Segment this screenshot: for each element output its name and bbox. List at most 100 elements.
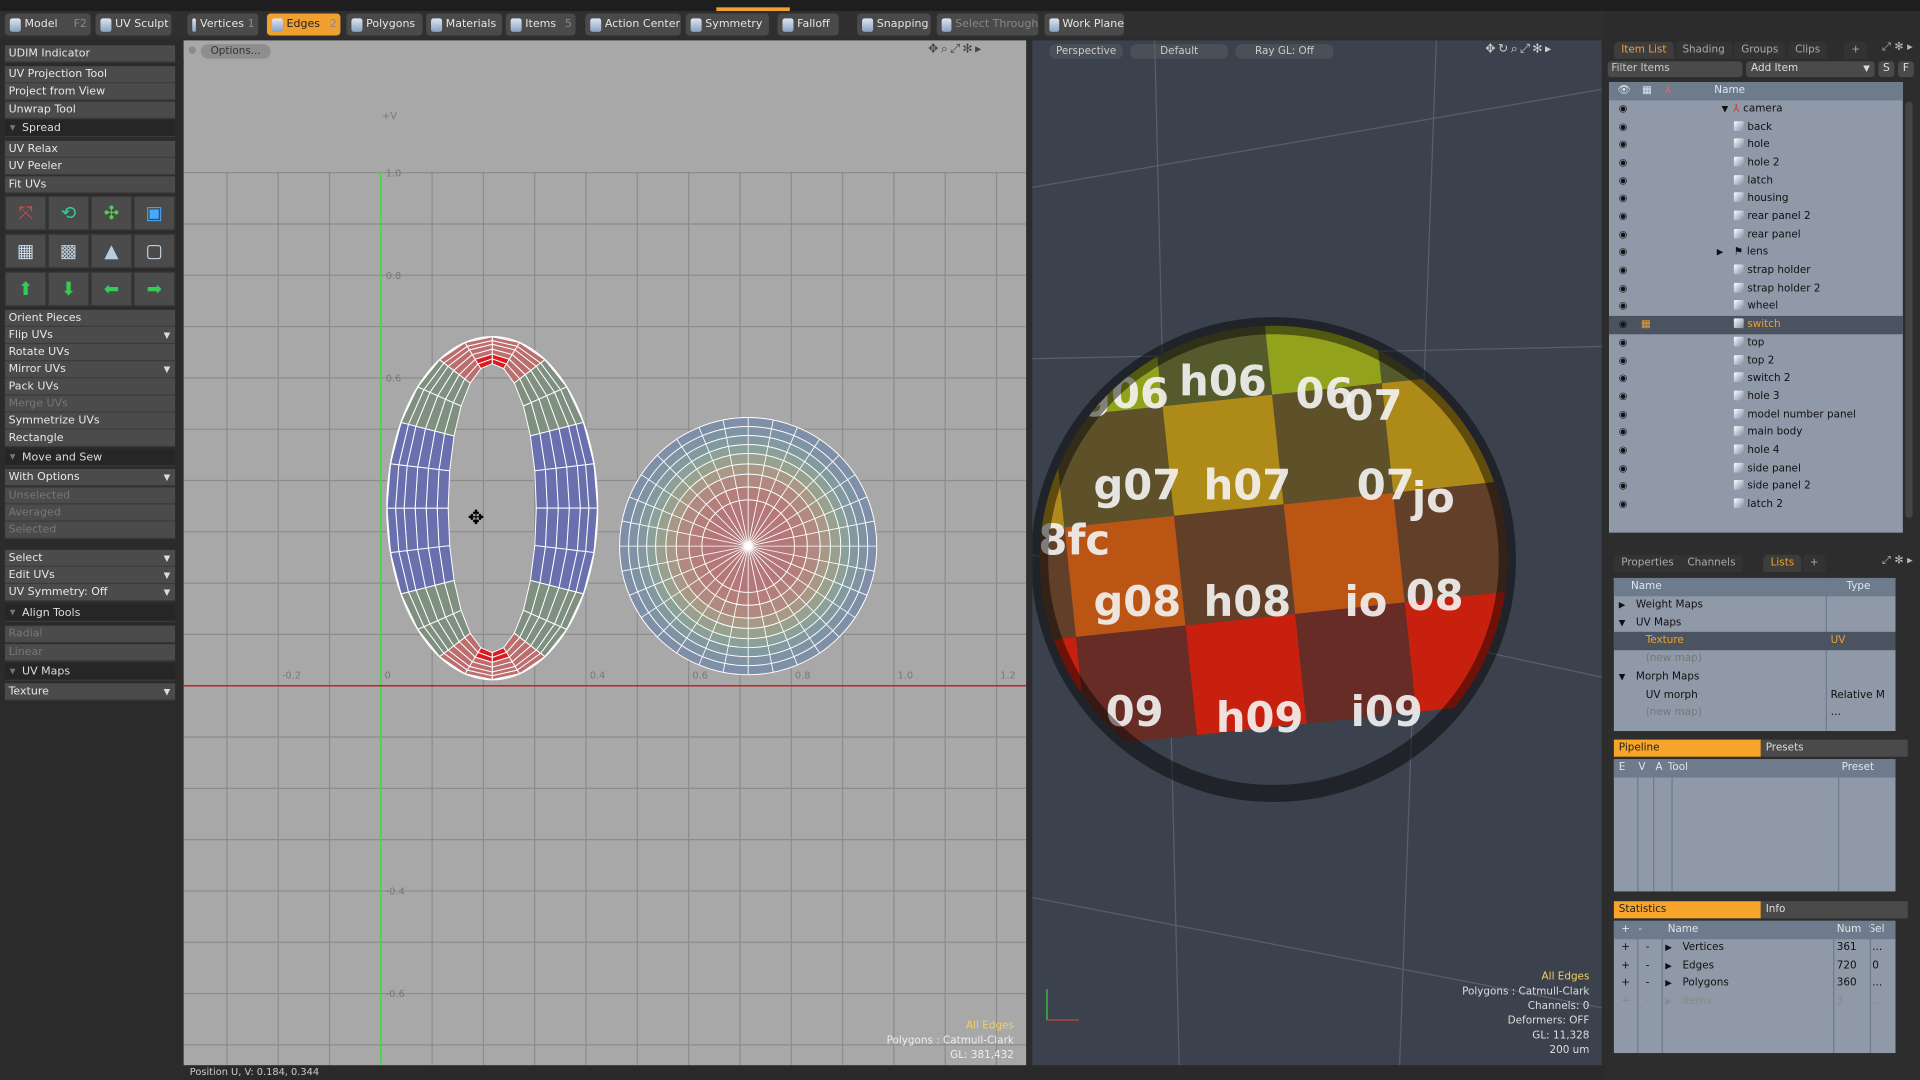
visibility-eye-icon[interactable]: ◉ — [1619, 424, 1628, 442]
uv-cylinder-button[interactable]: ⟲ — [47, 195, 90, 231]
item-row[interactable]: ◉ ▼ ⅄ camera — [1609, 100, 1903, 118]
toolbar-edges-button[interactable]: Edges 2 — [266, 13, 341, 36]
item-row[interactable]: ◉ back — [1609, 118, 1903, 136]
s-button[interactable]: S — [1878, 61, 1895, 78]
visibility-eye-icon[interactable]: ◉ — [1619, 496, 1628, 514]
vmap-row[interactable]: UV morph Relative M … — [1614, 686, 1896, 719]
visibility-eye-icon[interactable]: ◉ — [1619, 244, 1628, 262]
tool-texture[interactable]: Texture ▼ — [4, 683, 176, 701]
toolbar-model-button[interactable]: Model F2 — [4, 13, 91, 36]
item-row[interactable]: ◉ side panel 2 — [1609, 478, 1903, 496]
statistics-row[interactable]: + - ▶ Polygons 360... — [1614, 975, 1896, 993]
align-right-button[interactable]: ➡ — [133, 271, 176, 307]
uv-viewport[interactable]: Options... ✥⌕⤢✻▸ +V 1.0 0.8 0.6 -0.4 -0.6 -0.2… — [183, 40, 1027, 1066]
toolbar-vertices-button[interactable]: Vertices 1 — [187, 13, 259, 36]
visibility-eye-icon[interactable]: ◉ — [1619, 406, 1628, 424]
collapse-arrow-icon[interactable]: ▼ — [1619, 668, 1626, 686]
collapse-arrow-icon[interactable]: ▼ — [1619, 614, 1626, 632]
visibility-eye-icon[interactable]: ◉ — [1619, 208, 1628, 226]
remove-from-selection-button[interactable]: - — [1646, 993, 1650, 1011]
tool-symmetrize-uvs[interactable]: Symmetrize UVs — [4, 412, 176, 430]
expand-arrow-icon[interactable]: ▼ — [1722, 104, 1729, 114]
item-list-scrollbar[interactable] — [1905, 101, 1913, 518]
item-list[interactable]: 👁 ▦ ⅄ Name ◉ ▼ ⅄ camera ◉ back ◉ hole ◉ hole 2 ◉ latch ◉… — [1608, 82, 1903, 533]
tool-uv-relax[interactable]: UV Relax — [4, 140, 176, 158]
vertex-maps-list[interactable]: Name Type ▶ Weight Maps ▼ UV Maps Texture UV (ne… — [1613, 577, 1896, 732]
expand-arrow-icon[interactable]: ▶ — [1619, 596, 1626, 614]
toolbar-uv-sculpt-button[interactable]: UV Sculpt — [95, 13, 172, 36]
pipeline-tab[interactable]: Pipeline — [1613, 739, 1761, 757]
toolbar-select-through-button[interactable]: Select Through — [936, 13, 1039, 36]
item-row[interactable]: ◉ housing — [1609, 190, 1903, 208]
statistics-tab[interactable]: Statistics — [1613, 901, 1761, 919]
visibility-eye-icon[interactable]: ◉ — [1619, 262, 1628, 280]
item-row[interactable]: ◉ hole 4 — [1609, 442, 1903, 460]
align-bottom-button[interactable]: ⬇ — [47, 271, 90, 307]
tool-uv-peeler[interactable]: UV Peeler — [4, 157, 176, 176]
item-row[interactable]: ◉ top — [1609, 334, 1903, 352]
toolbar-falloff-button[interactable]: Falloff — [777, 13, 839, 36]
info-tab[interactable]: Info — [1760, 901, 1908, 919]
vmap-row[interactable]: ▶ Weight Maps — [1614, 596, 1896, 614]
statistics-row[interactable]: + - ▶ Items 3... — [1614, 993, 1896, 1011]
toolbar-action-center-button[interactable]: Action Center — [585, 13, 681, 36]
render-toggle-icon[interactable]: ▦ — [1641, 316, 1651, 334]
tool-select[interactable]: Select ▼ — [4, 549, 176, 567]
tab-clips[interactable]: Clips — [1787, 41, 1828, 59]
item-row[interactable]: ◉ ▦ switch — [1608, 316, 1903, 335]
tool-uv-symmetry-off[interactable]: UV Symmetry: Off ▼ — [4, 584, 176, 602]
tab-add[interactable]: + — [1802, 554, 1826, 572]
visibility-eye-icon[interactable]: ◉ — [1619, 136, 1628, 154]
tool-pack-uvs[interactable]: Pack UVs — [4, 378, 176, 396]
tool-edit-uvs[interactable]: Edit UVs ▼ — [4, 566, 176, 585]
uv-atlas-button[interactable]: ▦ — [4, 233, 47, 269]
vmap-row[interactable]: (new map) — [1614, 704, 1896, 722]
visibility-eye-icon[interactable]: ◉ — [1619, 298, 1628, 316]
section-move-and-sew[interactable]: Move and Sew — [4, 449, 176, 467]
tool-with-options[interactable]: With Options ▼ — [4, 468, 176, 487]
statistics-list[interactable]: + - Name Num Sel + - ▶ Vertices 361... + - ▶ Edges 720… — [1613, 920, 1896, 1054]
item-row[interactable]: ◉ strap holder 2 — [1609, 280, 1903, 298]
section-align-tools[interactable]: Align Tools — [4, 604, 176, 623]
add-item-dropdown[interactable]: Add Item ▼ — [1746, 61, 1875, 78]
panel-controls-icons[interactable]: ⤢ ✻ ▸ — [1882, 42, 1913, 54]
uv-axis-button[interactable]: ✣ — [90, 195, 133, 231]
presets-tab[interactable]: Presets — [1760, 739, 1908, 757]
tool-rotate-uvs[interactable]: Rotate UVs — [4, 344, 176, 362]
item-row[interactable]: ◉ model number panel — [1609, 406, 1903, 424]
item-row[interactable]: ◉ rear panel 2 — [1609, 208, 1903, 226]
panel-controls-icons[interactable]: ⤢ ✻ ▸ — [1882, 555, 1913, 567]
item-row[interactable]: ◉ hole — [1609, 136, 1903, 154]
tool-mirror-uvs[interactable]: Mirror UVs ▼ — [4, 361, 176, 379]
visibility-eye-icon[interactable]: ◉ — [1619, 442, 1628, 460]
visibility-eye-icon[interactable]: ◉ — [1619, 370, 1628, 388]
uv-frame-button[interactable]: ▢ — [133, 233, 176, 269]
visibility-eye-icon[interactable]: ◉ — [1619, 280, 1628, 298]
tool-rectangle[interactable]: Rectangle — [4, 429, 176, 447]
tool-udim-indicator[interactable]: UDIM Indicator — [4, 45, 176, 63]
tool-flip-uvs[interactable]: Flip UVs ▼ — [4, 326, 176, 345]
statistics-row[interactable]: + - ▶ Vertices 361... — [1614, 939, 1896, 957]
uv-grid-button[interactable]: ▩ — [47, 233, 90, 269]
vmap-row[interactable]: (new map) — [1614, 650, 1896, 668]
add-to-selection-button[interactable]: + — [1621, 975, 1630, 993]
tab-groups[interactable]: Groups — [1733, 41, 1786, 59]
visibility-eye-icon[interactable]: ◉ — [1619, 226, 1628, 244]
expand-arrow-icon[interactable]: ▶ — [1665, 975, 1672, 993]
expand-arrow-icon[interactable]: ▶ — [1717, 244, 1724, 262]
uv-projection-planar-button[interactable]: ⤧ — [4, 195, 47, 231]
pipeline-list[interactable]: E V A Tool Preset — [1613, 759, 1896, 892]
uv-box-button[interactable]: ▣ — [133, 195, 176, 231]
visibility-eye-icon[interactable]: ◉ — [1619, 334, 1628, 352]
remove-from-selection-button[interactable]: - — [1646, 939, 1650, 957]
item-row[interactable]: ◉ ▶ ⚑ lens — [1609, 244, 1903, 262]
item-row[interactable]: ◉ latch — [1609, 172, 1903, 190]
toolbar-symmetry-button[interactable]: Symmetry — [685, 13, 769, 36]
expand-arrow-icon[interactable]: ▶ — [1665, 939, 1672, 957]
tab-channels[interactable]: Channels — [1680, 554, 1743, 572]
section-uv-maps[interactable]: UV Maps — [4, 663, 176, 681]
toolbar-work-plane-button[interactable]: Work Plane — [1044, 13, 1125, 36]
section-spread[interactable]: Spread — [4, 120, 176, 138]
visibility-eye-icon[interactable]: ◉ — [1619, 316, 1628, 334]
item-row[interactable]: ◉ side panel — [1609, 460, 1903, 478]
